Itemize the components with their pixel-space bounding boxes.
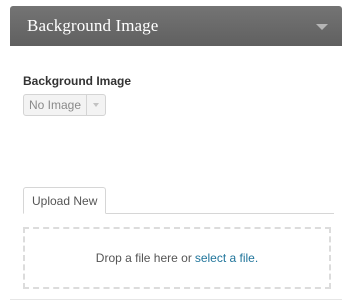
background-image-label: Background Image — [23, 74, 132, 88]
select-file-link[interactable]: select a file. — [195, 251, 258, 265]
widget-body: Background Image No Image Upload New Dro… — [10, 46, 342, 300]
select-dropdown-arrow[interactable] — [86, 95, 105, 115]
tab-upload-new[interactable]: Upload New — [23, 187, 107, 214]
chevron-down-icon[interactable] — [316, 24, 328, 30]
select-value: No Image — [29, 98, 82, 112]
chevron-down-icon — [93, 103, 100, 107]
drop-zone-text: Drop a file here or — [95, 251, 192, 265]
background-image-widget: Background Image Background Image No Ima… — [10, 6, 342, 300]
file-drop-zone[interactable]: Drop a file here or select a file. — [23, 227, 331, 289]
widget-title: Background Image — [27, 16, 159, 35]
widget-header[interactable]: Background Image — [10, 6, 342, 46]
background-image-select[interactable]: No Image — [23, 94, 107, 116]
